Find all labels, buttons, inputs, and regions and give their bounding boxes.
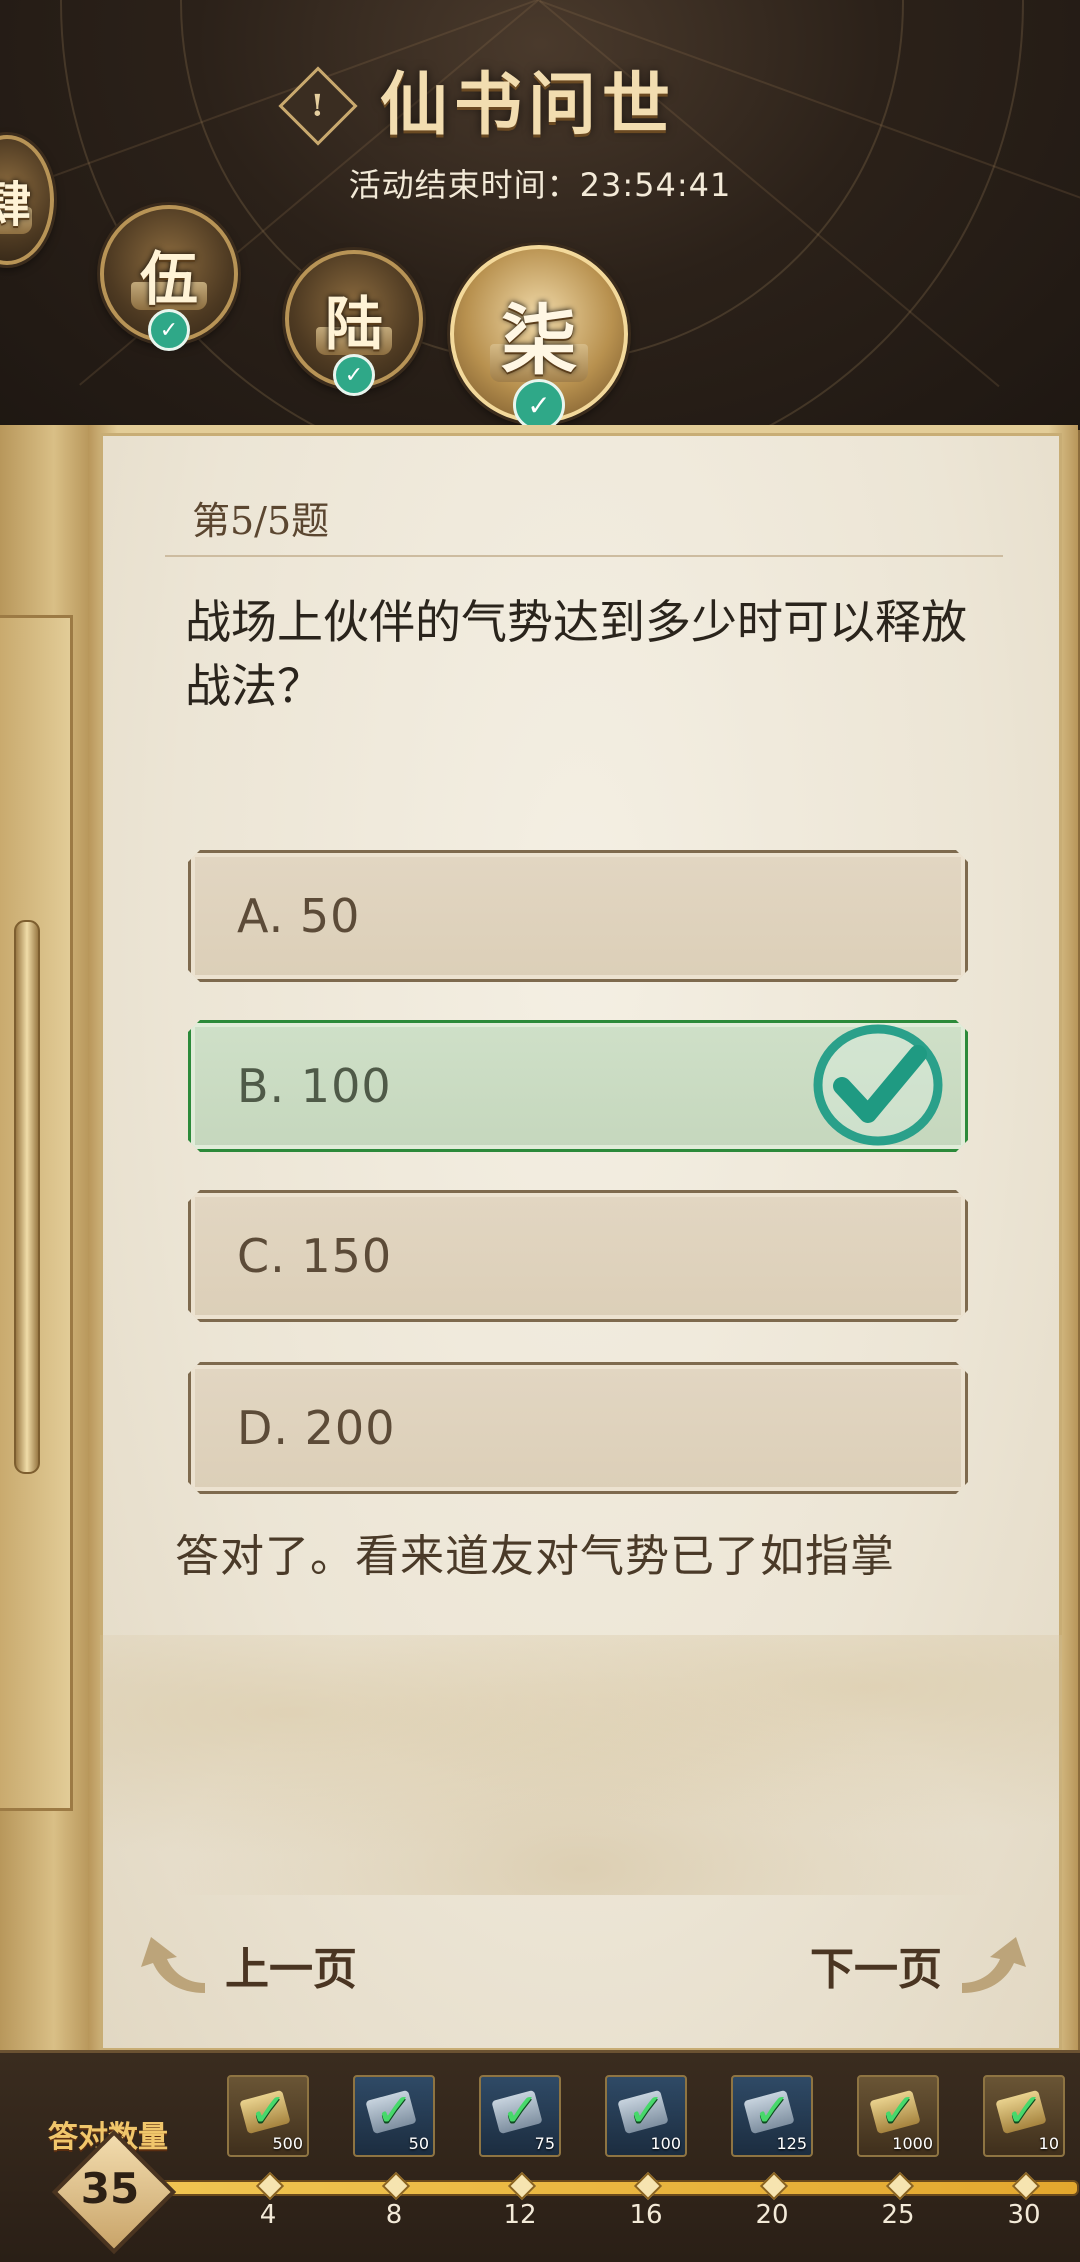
next-page-label: 下一页 xyxy=(810,1944,942,1995)
claimed-check-icon: ✓ xyxy=(879,2083,918,2137)
progress-track xyxy=(150,2180,1079,2196)
question-index: 第5/5题 xyxy=(192,499,330,543)
arrow-right-icon xyxy=(962,1937,1026,1993)
claimed-check-icon: ✓ xyxy=(1005,2083,1044,2137)
next-page-button[interactable]: 下一页 xyxy=(810,1925,1032,2005)
page-title: 仙书问世 xyxy=(380,65,677,145)
prev-page-label: 上一页 xyxy=(225,1944,357,1995)
milestone-label: 4 xyxy=(259,2200,277,2230)
reward-quantity: 500 xyxy=(272,2134,303,2153)
end-time-label: 活动结束时间： xyxy=(348,166,580,204)
correct-count-value: 35 xyxy=(80,2163,140,2213)
reward-quantity: 1000 xyxy=(892,2134,933,2153)
reward-chest-16[interactable]: ✓ 100 xyxy=(605,2075,687,2157)
reward-quantity: 50 xyxy=(408,2134,429,2153)
reward-chest-30[interactable]: ✓ 10 xyxy=(983,2075,1065,2157)
chapter-7-button[interactable]: 柒 ✓ xyxy=(450,245,628,431)
chapter-glyph: 陆 xyxy=(324,290,383,358)
claimed-check-icon: ✓ xyxy=(249,2083,288,2137)
claimed-check-icon: ✓ xyxy=(375,2083,414,2137)
claimed-check-icon: ✓ xyxy=(627,2083,666,2137)
question-text: 战场上伙伴的气势达到多少时可以释放战法？ xyxy=(185,595,967,713)
option-label: C. 150 xyxy=(237,1229,393,1283)
correct-check-icon xyxy=(813,1024,943,1146)
milestone-label: 30 xyxy=(1007,2200,1041,2230)
end-time-value: 23:54:41 xyxy=(579,166,732,204)
completed-check-icon: ✓ xyxy=(148,309,190,351)
chapter-glyph: 伍 xyxy=(139,245,198,313)
reward-chest-4[interactable]: ✓ 500 xyxy=(227,2075,309,2157)
header: ! 仙书问世 活动结束时间：23:54:41 肆 伍 ✓ 陆 ✓ 柒 ✓ xyxy=(0,0,1080,440)
option-label: B. 100 xyxy=(237,1059,392,1113)
reward-chest-12[interactable]: ✓ 75 xyxy=(479,2075,561,2157)
scroll-rod-left xyxy=(0,425,94,2055)
reward-chest-8[interactable]: ✓ 50 xyxy=(353,2075,435,2157)
chapter-5-button[interactable]: 伍 ✓ xyxy=(100,205,238,351)
chapter-glyph: 肆 xyxy=(0,177,31,233)
landscape-decoration xyxy=(100,1635,1062,1895)
reward-quantity: 75 xyxy=(534,2134,555,2153)
claimed-check-icon: ✓ xyxy=(501,2083,540,2137)
reward-quantity: 100 xyxy=(650,2134,681,2153)
milestone-label: 25 xyxy=(881,2200,915,2230)
completed-check-icon: ✓ xyxy=(333,354,375,396)
scroll-handle xyxy=(14,920,40,1474)
claimed-check-icon: ✓ xyxy=(753,2083,792,2137)
option-label: A. 50 xyxy=(237,889,361,943)
option-a-button[interactable]: A. 50 xyxy=(188,850,968,982)
activity-end-time: 活动结束时间：23:54:41 xyxy=(0,160,1080,206)
reward-quantity: 125 xyxy=(776,2134,807,2153)
milestone-label: 16 xyxy=(629,2200,663,2230)
prev-page-button[interactable]: 上一页 xyxy=(135,1925,357,2005)
reward-chest-25[interactable]: ✓ 1000 xyxy=(857,2075,939,2157)
chapter-6-button[interactable]: 陆 ✓ xyxy=(285,250,423,396)
divider xyxy=(165,555,1003,557)
chapter-glyph: 柒 xyxy=(501,296,577,385)
milestone-label: 20 xyxy=(755,2200,789,2230)
milestone-label: 8 xyxy=(385,2200,403,2230)
reward-quantity: 10 xyxy=(1038,2134,1059,2153)
option-d-button[interactable]: D. 200 xyxy=(188,1362,968,1494)
answer-feedback: 答对了。看来道友对气势已了如指掌 xyxy=(175,1531,895,1582)
chapter-4-button[interactable]: 肆 xyxy=(0,135,54,265)
arrow-left-icon xyxy=(141,1937,205,1993)
completed-check-icon: ✓ xyxy=(513,379,565,431)
milestone-label: 12 xyxy=(503,2200,537,2230)
reward-chest-20[interactable]: ✓ 125 xyxy=(731,2075,813,2157)
option-c-button[interactable]: C. 150 xyxy=(188,1190,968,1322)
option-label: D. 200 xyxy=(237,1401,396,1455)
